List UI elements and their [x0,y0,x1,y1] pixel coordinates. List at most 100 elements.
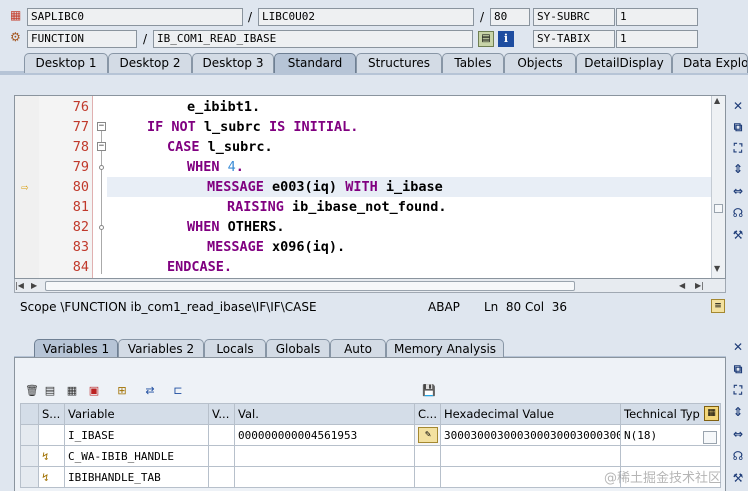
variable-cell[interactable]: C_WA-IBIB_HANDLE [64,445,209,467]
code-line[interactable]: 76 e_ibibt1. [15,97,725,117]
change-cell[interactable]: ✎ [414,424,441,446]
tab-data-explorer[interactable]: Data Explorer [672,53,748,73]
column-header[interactable]: Technical Typ ▦ [620,403,721,425]
append-row-icon[interactable]: ▦ [64,383,80,399]
code-text: e_ibibt1. [187,99,261,115]
code-line[interactable]: 78 − CASE l_subrc. [15,137,725,157]
scroll-right-icon[interactable]: ▶ [31,279,37,293]
hex-cell[interactable] [440,466,621,488]
tab-tables[interactable]: Tables [442,53,504,73]
folder-icon[interactable]: ⊏ [170,383,186,399]
editor-vertical-scrollbar[interactable]: ▲ ▼ [711,96,725,278]
program-field[interactable]: SAPLIBC0 [27,8,243,26]
code-line[interactable]: 81 RAISING ib_ibase_not_found. [15,197,725,217]
editor-horizontal-scrollbar[interactable]: |◀ ▶ ◀ ▶| [14,279,726,293]
column-header[interactable]: S... [38,403,65,425]
headset-icon[interactable]: ☊ [729,204,747,222]
value-cell[interactable] [234,445,415,467]
event-name-field[interactable]: IB_COM1_READ_IBASE [153,30,473,48]
headset-icon[interactable]: ☊ [729,447,747,465]
tab-variables-1[interactable]: Variables 1 [34,339,118,359]
replace-tool-icon[interactable]: ⧉ [729,118,747,136]
scroll-up-icon[interactable]: ▲ [714,96,720,105]
edit-pencil-icon[interactable]: ✎ [418,427,438,443]
tab-desktop-2[interactable]: Desktop 2 [108,53,192,73]
sy-tabix-value[interactable]: 1 [616,30,698,48]
close-icon[interactable]: ✕ [729,97,747,115]
code-line[interactable]: 77 − IF NOT l_subrc IS INITIAL. [15,117,725,137]
row-selector-header[interactable] [20,403,39,425]
variable-cell[interactable]: I_IBASE [64,424,209,446]
fold-collapse-icon[interactable]: − [97,122,106,131]
tab-standard[interactable]: Standard [274,53,356,73]
code-line[interactable]: 83 MESSAGE x096(iq). [15,237,725,257]
cursor-position-text: Ln 80 Col 36 [484,300,567,314]
code-line-current[interactable]: ⇨ 80 MESSAGE e003(iq) WITH i_ibase [15,177,725,197]
display-object-icon[interactable]: ▤ [478,31,494,47]
table-row[interactable]: I_IBASE 000000000004561953 ✎ 30003000300… [20,424,721,446]
scroll-right-icon[interactable]: ▶| [695,279,704,293]
enlarge-horizontal-icon[interactable]: ⇔ [729,182,747,200]
table-row[interactable]: ↯ C_WA-IBIB_HANDLE [20,445,721,467]
variable-cell[interactable]: IBIBHANDLE_TAB [64,466,209,488]
tab-locals[interactable]: Locals [204,339,266,359]
tab-objects[interactable]: Objects [504,53,576,73]
tab-structures[interactable]: Structures [356,53,442,73]
code-line[interactable]: 79 WHEN 4. [15,157,725,177]
info-icon[interactable]: i [498,31,514,47]
value-cell[interactable] [234,466,415,488]
tab-memory-analysis[interactable]: Memory Analysis [386,339,504,359]
separator: / [248,10,253,24]
replace-tool-icon[interactable]: ⧉ [729,360,747,378]
scroll-left-icon[interactable]: ◀ [679,279,685,293]
insert-row-icon[interactable]: ▤ [42,383,58,399]
column-header[interactable]: V... [208,403,235,425]
tool-services-icon[interactable]: ⚒ [729,469,747,487]
save-icon[interactable]: 💾 [421,383,437,399]
row-selector[interactable] [20,445,39,467]
tab-variables-2[interactable]: Variables 2 [118,339,204,359]
tab-auto[interactable]: Auto [330,339,386,359]
column-header[interactable]: Hexadecimal Value [440,403,621,425]
enlarge-vertical-icon[interactable]: ⇕ [729,160,747,178]
line-number: 79 [72,159,89,175]
enlarge-horizontal-icon[interactable]: ⇔ [729,425,747,443]
column-header[interactable]: Variable [64,403,209,425]
layout-icon[interactable]: ▦ [704,406,719,421]
tab-globals[interactable]: Globals [266,339,330,359]
save-variables-icon[interactable]: ▣ [86,383,102,399]
scroll-left-icon[interactable]: |◀ [15,279,24,293]
scroll-thumb[interactable] [45,281,575,291]
fold-collapse-icon[interactable]: − [97,142,106,151]
hierarchy-icon[interactable]: ⊞ [114,383,130,399]
row-selector[interactable] [20,466,39,488]
code-line[interactable]: 84 ENDCASE. [15,257,725,277]
enlarge-vertical-icon[interactable]: ⇕ [729,403,747,421]
hex-cell[interactable]: 30003000300030003000300030003000... [440,424,621,446]
code-editor[interactable]: 76 e_ibibt1. 77 − IF NOT l_subrc IS INIT… [14,95,726,279]
row-selector[interactable] [20,424,39,446]
maximize-icon[interactable]: ⛶ [729,381,747,399]
grid-scroll-thumb[interactable] [703,431,717,444]
tab-desktop-3[interactable]: Desktop 3 [192,53,274,73]
tab-desktop-1[interactable]: Desktop 1 [24,53,108,73]
delete-icon[interactable]: 🗑 [24,383,40,399]
transfer-icon[interactable]: ⇄ [142,383,158,399]
notepad-icon[interactable]: ≡ [711,299,725,313]
close-icon[interactable]: ✕ [729,338,747,356]
event-type-field[interactable]: FUNCTION [27,30,137,48]
column-header[interactable]: Val. [234,403,415,425]
include-field[interactable]: LIBC0U02 [258,8,474,26]
scroll-thumb[interactable] [714,204,723,213]
hex-cell[interactable] [440,445,621,467]
value-cell[interactable]: 000000000004561953 [234,424,415,446]
scroll-down-icon[interactable]: ▼ [714,264,720,273]
maximize-icon[interactable]: ⛶ [729,139,747,157]
sy-subrc-value[interactable]: 1 [616,8,698,26]
code-line[interactable]: 82 WHEN OTHERS. [15,217,725,237]
code-text: WHEN OTHERS. [187,219,285,235]
line-field[interactable]: 80 [490,8,530,26]
column-header[interactable]: C... [414,403,441,425]
tab-detail-display[interactable]: DetailDisplay [576,53,672,73]
tool-services-icon[interactable]: ⚒ [729,226,747,244]
